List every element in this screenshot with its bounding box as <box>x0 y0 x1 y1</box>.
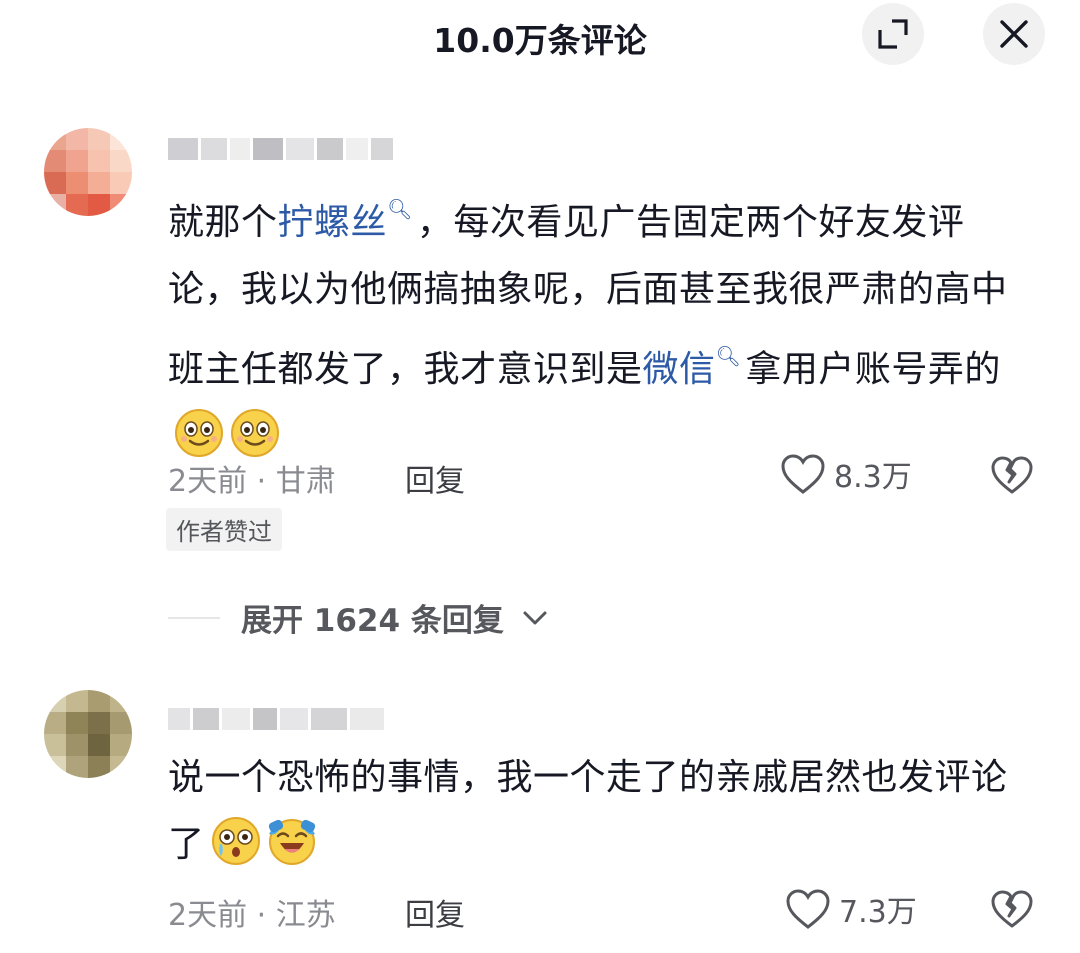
expand-replies-label[interactable]: 展开 1624 条回复 <box>241 595 504 640</box>
author-liked-badge: 作者赞过 <box>166 508 282 551</box>
comment-text-part: 就那个 <box>168 202 278 243</box>
comment-time-location: 2天前 · 甘肃 <box>168 464 336 499</box>
close-icon <box>1000 20 1028 48</box>
divider-line <box>168 617 220 619</box>
search-icon[interactable]: 🔍︎ <box>387 197 413 221</box>
heart-icon <box>781 454 825 494</box>
expand-icon <box>878 19 908 49</box>
search-keyword-link[interactable]: 微信 <box>643 349 716 390</box>
like-count: 7.3万 <box>839 895 917 930</box>
comment-text: 说一个恐怖的事情，我一个走了的亲戚居然也发评论了 <box>168 744 1028 878</box>
avatar[interactable] <box>44 128 132 216</box>
like-count: 8.3万 <box>834 460 912 495</box>
dislike-button[interactable] <box>990 889 1034 933</box>
grinning-face-emoji <box>231 409 279 457</box>
like-button[interactable]: 8.3万 <box>780 452 912 496</box>
dislike-button[interactable] <box>990 455 1034 499</box>
reply-button[interactable]: 回复 <box>405 456 465 500</box>
close-button[interactable] <box>983 3 1045 65</box>
chevron-down-icon <box>523 611 547 625</box>
expand-button[interactable] <box>862 3 924 65</box>
grinning-face-emoji <box>175 409 223 457</box>
broken-heart-icon <box>991 456 1033 494</box>
comment-text: 就那个拧螺丝🔍︎ ，每次看见广告固定两个好友发评论，我以为他俩搞抽象呢，后面甚至我… <box>168 176 1028 470</box>
heart-icon <box>786 889 830 929</box>
reply-button[interactable]: 回复 <box>405 890 465 934</box>
broken-heart-icon <box>991 890 1033 928</box>
expand-replies-row[interactable]: 展开 1624 条回复 <box>0 595 1080 643</box>
search-icon[interactable]: 🔍︎ <box>716 344 742 368</box>
laughing-tears-face-emoji <box>268 819 315 865</box>
comment-text-part: 拿用户账号弄的 <box>745 349 1001 390</box>
like-button[interactable]: 7.3万 <box>785 887 917 931</box>
shocked-crying-face-emoji <box>211 817 260 865</box>
avatar[interactable] <box>44 690 132 778</box>
username-blurred[interactable] <box>168 134 393 164</box>
comments-header: 10.0万条评论 <box>0 0 1080 80</box>
username-blurred[interactable] <box>168 704 384 734</box>
comment-time-location: 2天前 · 江苏 <box>168 898 336 933</box>
search-keyword-link[interactable]: 拧螺丝 <box>278 202 388 243</box>
